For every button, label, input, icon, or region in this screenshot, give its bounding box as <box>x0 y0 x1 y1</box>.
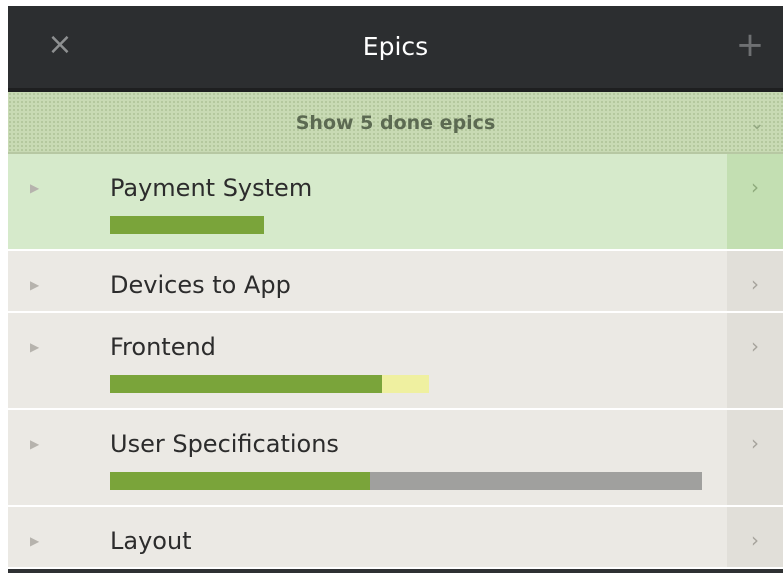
epic-name: Layout <box>110 527 192 555</box>
expand-triangle-icon[interactable]: ▶ <box>30 531 46 551</box>
progress-in-progress-segment <box>382 375 429 393</box>
chevron-right-icon: › <box>751 528 759 552</box>
epic-progress-bar <box>110 472 702 490</box>
epic-row[interactable]: ▶ Layout › <box>8 507 783 569</box>
open-epic-button[interactable]: › <box>727 410 783 505</box>
progress-done-segment <box>110 472 370 490</box>
chevron-down-icon: ⌄ <box>749 113 765 134</box>
page-title: Epics <box>362 32 429 61</box>
chevron-right-icon: › <box>751 431 759 455</box>
expand-triangle-icon[interactable]: ▶ <box>30 178 46 198</box>
progress-done-segment <box>110 216 264 234</box>
chevron-right-icon: › <box>751 175 759 199</box>
chevron-right-icon: › <box>751 272 759 296</box>
open-epic-button[interactable]: › <box>727 154 783 249</box>
epic-row[interactable]: ▶ User Specifications › <box>8 410 783 507</box>
progress-done-segment <box>110 375 382 393</box>
panel-header: × Epics + <box>8 6 783 92</box>
epic-name: Devices to App <box>110 271 291 299</box>
expand-triangle-icon[interactable]: ▶ <box>30 275 46 295</box>
epic-progress-bar <box>110 375 429 393</box>
expand-triangle-icon[interactable]: ▶ <box>30 434 46 454</box>
add-epic-icon[interactable]: + <box>733 28 767 62</box>
show-done-epics-toggle[interactable]: Show 5 done epics ⌄ <box>8 92 783 154</box>
show-done-epics-label: Show 5 done epics <box>295 112 496 134</box>
epics-panel: × Epics + Show 5 done epics ⌄ ▶ Payment … <box>8 6 783 573</box>
open-epic-button[interactable]: › <box>727 251 783 311</box>
epic-progress-bar <box>110 216 264 234</box>
epic-name: Frontend <box>110 333 216 361</box>
expand-triangle-icon[interactable]: ▶ <box>30 337 46 357</box>
open-epic-button[interactable]: › <box>727 313 783 408</box>
epic-name: Payment System <box>110 174 313 202</box>
epic-row[interactable]: ▶ Devices to App › <box>8 251 783 313</box>
chevron-right-icon: › <box>751 334 759 358</box>
open-epic-button[interactable]: › <box>727 507 783 567</box>
progress-todo-segment <box>370 472 702 490</box>
epic-name: User Specifications <box>110 430 339 458</box>
epic-row[interactable]: ▶ Payment System › <box>8 154 783 251</box>
epic-row[interactable]: ▶ Frontend › <box>8 313 783 410</box>
